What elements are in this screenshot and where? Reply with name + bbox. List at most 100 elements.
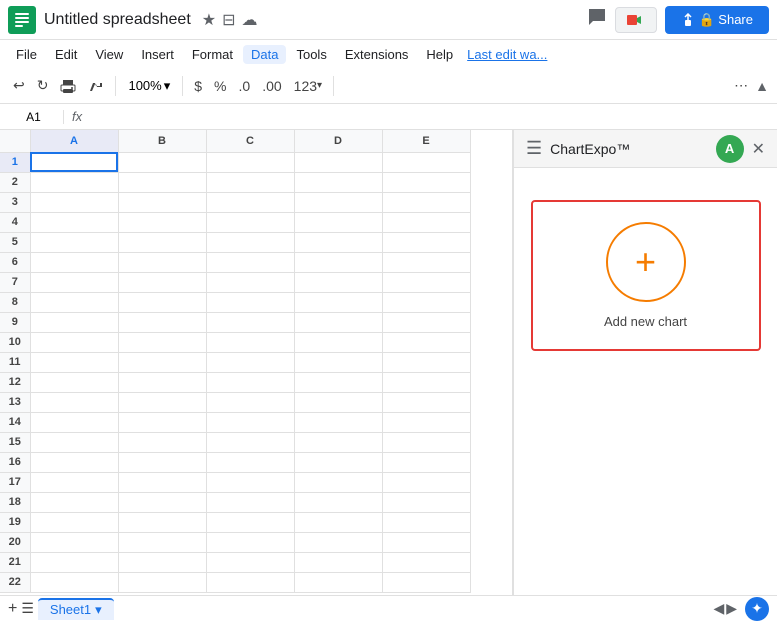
col-header-c[interactable]: C	[206, 130, 294, 152]
cell-E4[interactable]	[382, 212, 470, 232]
cell-D3[interactable]	[294, 192, 382, 212]
cell-E10[interactable]	[382, 332, 470, 352]
cell-B11[interactable]	[118, 352, 206, 372]
cell-E5[interactable]	[382, 232, 470, 252]
nav-left-button[interactable]: ◀	[713, 600, 724, 617]
cell-B22[interactable]	[118, 572, 206, 592]
cell-A16[interactable]	[30, 452, 118, 472]
cloud-icon[interactable]: ☁	[242, 10, 258, 30]
cell-C9[interactable]	[206, 312, 294, 332]
cell-C14[interactable]	[206, 412, 294, 432]
menu-format[interactable]: Format	[184, 45, 241, 64]
cell-C8[interactable]	[206, 292, 294, 312]
cell-E1[interactable]	[382, 152, 470, 172]
cell-C1[interactable]	[206, 152, 294, 172]
cell-D18[interactable]	[294, 492, 382, 512]
cell-D14[interactable]	[294, 412, 382, 432]
format-123-button[interactable]: 123 ▾	[289, 75, 327, 97]
cell-E15[interactable]	[382, 432, 470, 452]
cell-D8[interactable]	[294, 292, 382, 312]
cell-A15[interactable]	[30, 432, 118, 452]
cell-E12[interactable]	[382, 372, 470, 392]
cell-E9[interactable]	[382, 312, 470, 332]
cell-D2[interactable]	[294, 172, 382, 192]
sheet-tab-sheet1[interactable]: Sheet1 ▾	[38, 598, 114, 620]
cell-E22[interactable]	[382, 572, 470, 592]
explore-button[interactable]: ✦	[745, 597, 769, 621]
cell-C5[interactable]	[206, 232, 294, 252]
cell-D15[interactable]	[294, 432, 382, 452]
cell-C19[interactable]	[206, 512, 294, 532]
cell-A17[interactable]	[30, 472, 118, 492]
cell-B16[interactable]	[118, 452, 206, 472]
cell-A5[interactable]	[30, 232, 118, 252]
cell-E20[interactable]	[382, 532, 470, 552]
cell-A1[interactable]	[30, 152, 118, 172]
zoom-selector[interactable]: 100% ▾	[122, 76, 176, 96]
cell-A20[interactable]	[30, 532, 118, 552]
cell-B21[interactable]	[118, 552, 206, 572]
drive-icon[interactable]: ⊟	[222, 10, 235, 30]
cell-A10[interactable]	[30, 332, 118, 352]
cell-D19[interactable]	[294, 512, 382, 532]
cell-D21[interactable]	[294, 552, 382, 572]
cell-A22[interactable]	[30, 572, 118, 592]
cell-D20[interactable]	[294, 532, 382, 552]
col-header-e[interactable]: E	[382, 130, 470, 152]
cell-D5[interactable]	[294, 232, 382, 252]
cell-C12[interactable]	[206, 372, 294, 392]
cell-C7[interactable]	[206, 272, 294, 292]
cell-B14[interactable]	[118, 412, 206, 432]
cell-D17[interactable]	[294, 472, 382, 492]
cell-C15[interactable]	[206, 432, 294, 452]
cell-E13[interactable]	[382, 392, 470, 412]
cell-B1[interactable]	[118, 152, 206, 172]
menu-tools[interactable]: Tools	[288, 45, 334, 64]
cell-A4[interactable]	[30, 212, 118, 232]
cell-D4[interactable]	[294, 212, 382, 232]
cell-A7[interactable]	[30, 272, 118, 292]
cell-A12[interactable]	[30, 372, 118, 392]
cell-B6[interactable]	[118, 252, 206, 272]
cell-A9[interactable]	[30, 312, 118, 332]
sheet-container[interactable]: A B C D E 123456789101112131415161718192…	[0, 130, 512, 595]
cell-A8[interactable]	[30, 292, 118, 312]
comment-button[interactable]	[587, 7, 607, 32]
cell-E21[interactable]	[382, 552, 470, 572]
cell-A19[interactable]	[30, 512, 118, 532]
cell-B7[interactable]	[118, 272, 206, 292]
add-chart-card[interactable]: + Add new chart	[531, 200, 761, 351]
currency-button[interactable]: $	[189, 75, 207, 97]
cell-A6[interactable]	[30, 252, 118, 272]
cell-C4[interactable]	[206, 212, 294, 232]
nav-right-button[interactable]: ▶	[726, 600, 737, 617]
col-header-a[interactable]: A	[30, 130, 118, 152]
cell-C3[interactable]	[206, 192, 294, 212]
cell-C11[interactable]	[206, 352, 294, 372]
formula-input[interactable]	[90, 109, 773, 124]
cell-D9[interactable]	[294, 312, 382, 332]
cell-D16[interactable]	[294, 452, 382, 472]
cell-D12[interactable]	[294, 372, 382, 392]
cell-E3[interactable]	[382, 192, 470, 212]
cell-B5[interactable]	[118, 232, 206, 252]
percent-button[interactable]: %	[209, 75, 231, 97]
cell-D7[interactable]	[294, 272, 382, 292]
cell-A13[interactable]	[30, 392, 118, 412]
cell-E16[interactable]	[382, 452, 470, 472]
menu-insert[interactable]: Insert	[133, 45, 182, 64]
cell-C2[interactable]	[206, 172, 294, 192]
cell-B17[interactable]	[118, 472, 206, 492]
panel-close-button[interactable]: ✕	[752, 139, 765, 159]
cell-D6[interactable]	[294, 252, 382, 272]
toolbar-collapse-button[interactable]: ▲	[755, 78, 769, 94]
cell-C6[interactable]	[206, 252, 294, 272]
col-header-b[interactable]: B	[118, 130, 206, 152]
cell-B18[interactable]	[118, 492, 206, 512]
cell-E6[interactable]	[382, 252, 470, 272]
cell-B12[interactable]	[118, 372, 206, 392]
cell-E17[interactable]	[382, 472, 470, 492]
menu-data[interactable]: Data	[243, 45, 286, 64]
cell-D13[interactable]	[294, 392, 382, 412]
cell-E8[interactable]	[382, 292, 470, 312]
